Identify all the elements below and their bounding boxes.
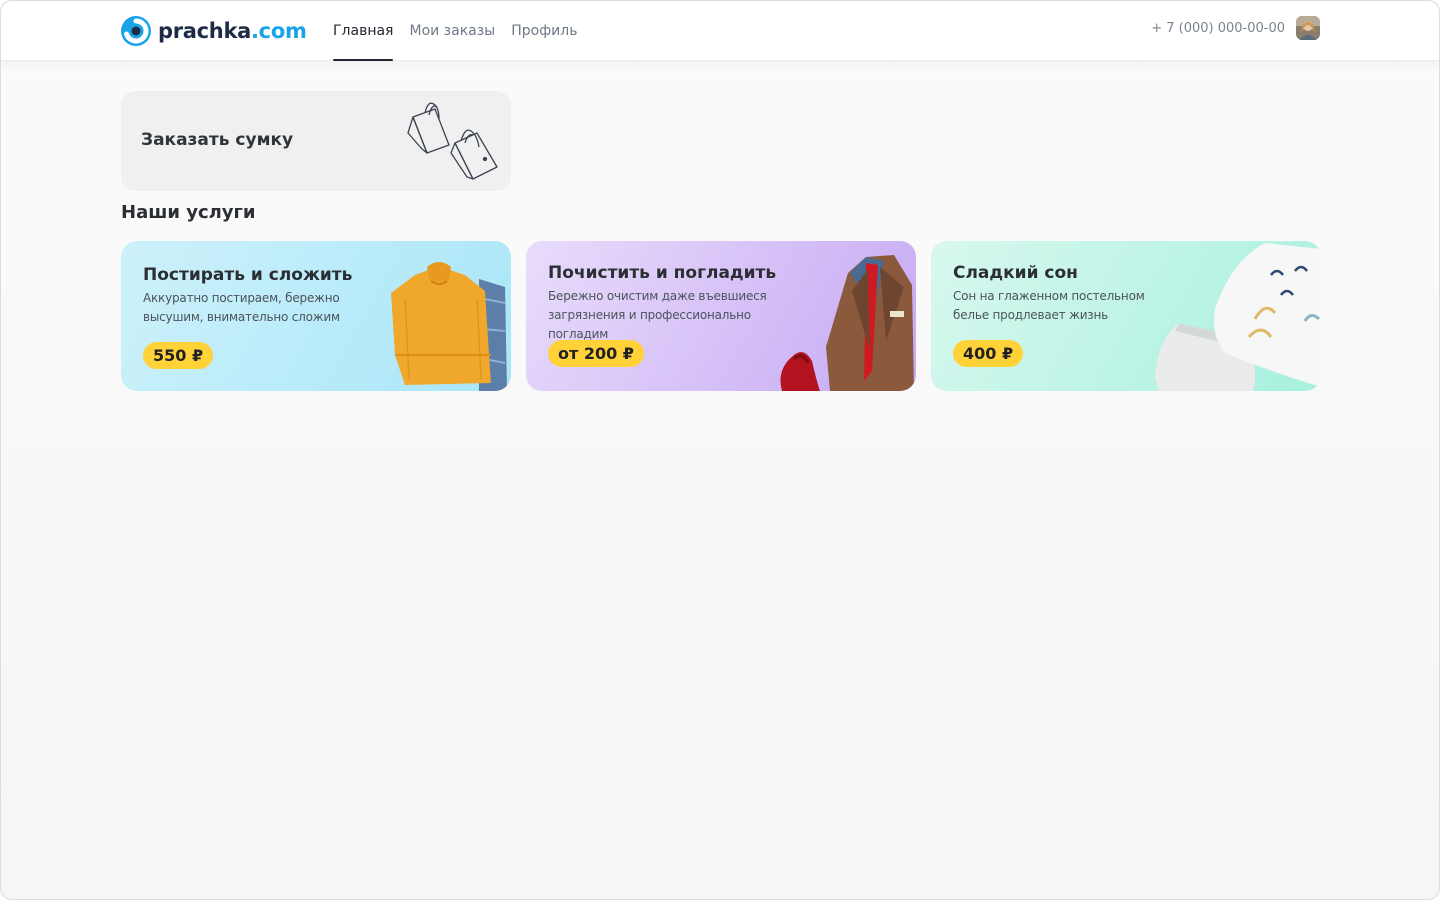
nav-item-my-orders[interactable]: Мои заказы xyxy=(409,1,495,61)
service-card-title: Сладкий сон xyxy=(953,263,1078,283)
service-card-clean-iron[interactable]: Почистить и погладить Бережно очистим да… xyxy=(526,241,916,391)
logo[interactable]: prachka.com xyxy=(120,15,307,47)
logo-mark-icon xyxy=(121,16,151,46)
avatar[interactable] xyxy=(1296,16,1320,40)
service-card-description: Аккуратно постираем, бережно высушим, вн… xyxy=(143,291,340,324)
app-window: prachka.com Главная Мои заказы Профиль +… xyxy=(0,0,1440,900)
order-bag-title: Заказать сумку xyxy=(141,130,294,150)
service-price-badge: 400 ₽ xyxy=(953,340,1024,367)
service-price-badge: 550 ₽ xyxy=(143,342,214,369)
service-card-description: Сон на глаженном постельном белье продле… xyxy=(953,289,1145,322)
services-heading: Наши услуги xyxy=(121,202,256,223)
shopping-bags-icon xyxy=(407,102,498,180)
nav-item-home[interactable]: Главная xyxy=(333,1,394,61)
folded-sweater-illustration xyxy=(391,262,507,391)
logo-text-main: prachka xyxy=(158,18,251,43)
service-price-badge: от 200 ₽ xyxy=(548,340,644,367)
service-card-wash-fold[interactable]: Постирать и сложить Аккуратно постираем,… xyxy=(121,241,511,391)
service-card-bedding[interactable]: Сладкий сон Сон на глаженном постельном … xyxy=(931,241,1321,391)
service-card-title: Постирать и сложить xyxy=(143,265,353,285)
logo-text: prachka.com xyxy=(158,18,307,43)
order-bag-card[interactable]: Заказать сумку xyxy=(121,91,511,191)
nav-item-profile[interactable]: Профиль xyxy=(511,1,577,61)
jacket-and-scarf-illustration xyxy=(780,255,914,391)
phone-number[interactable]: + 7 (000) 000-00-00 xyxy=(1151,19,1285,39)
avatar-image xyxy=(1296,16,1320,40)
bedding-illustration xyxy=(1155,243,1321,391)
main-nav: Главная Мои заказы Профиль xyxy=(333,1,593,61)
top-header: prachka.com Главная Мои заказы Профиль +… xyxy=(1,1,1439,61)
service-card-title: Почистить и погладить xyxy=(548,263,777,283)
logo-text-domain: .com xyxy=(251,18,307,43)
